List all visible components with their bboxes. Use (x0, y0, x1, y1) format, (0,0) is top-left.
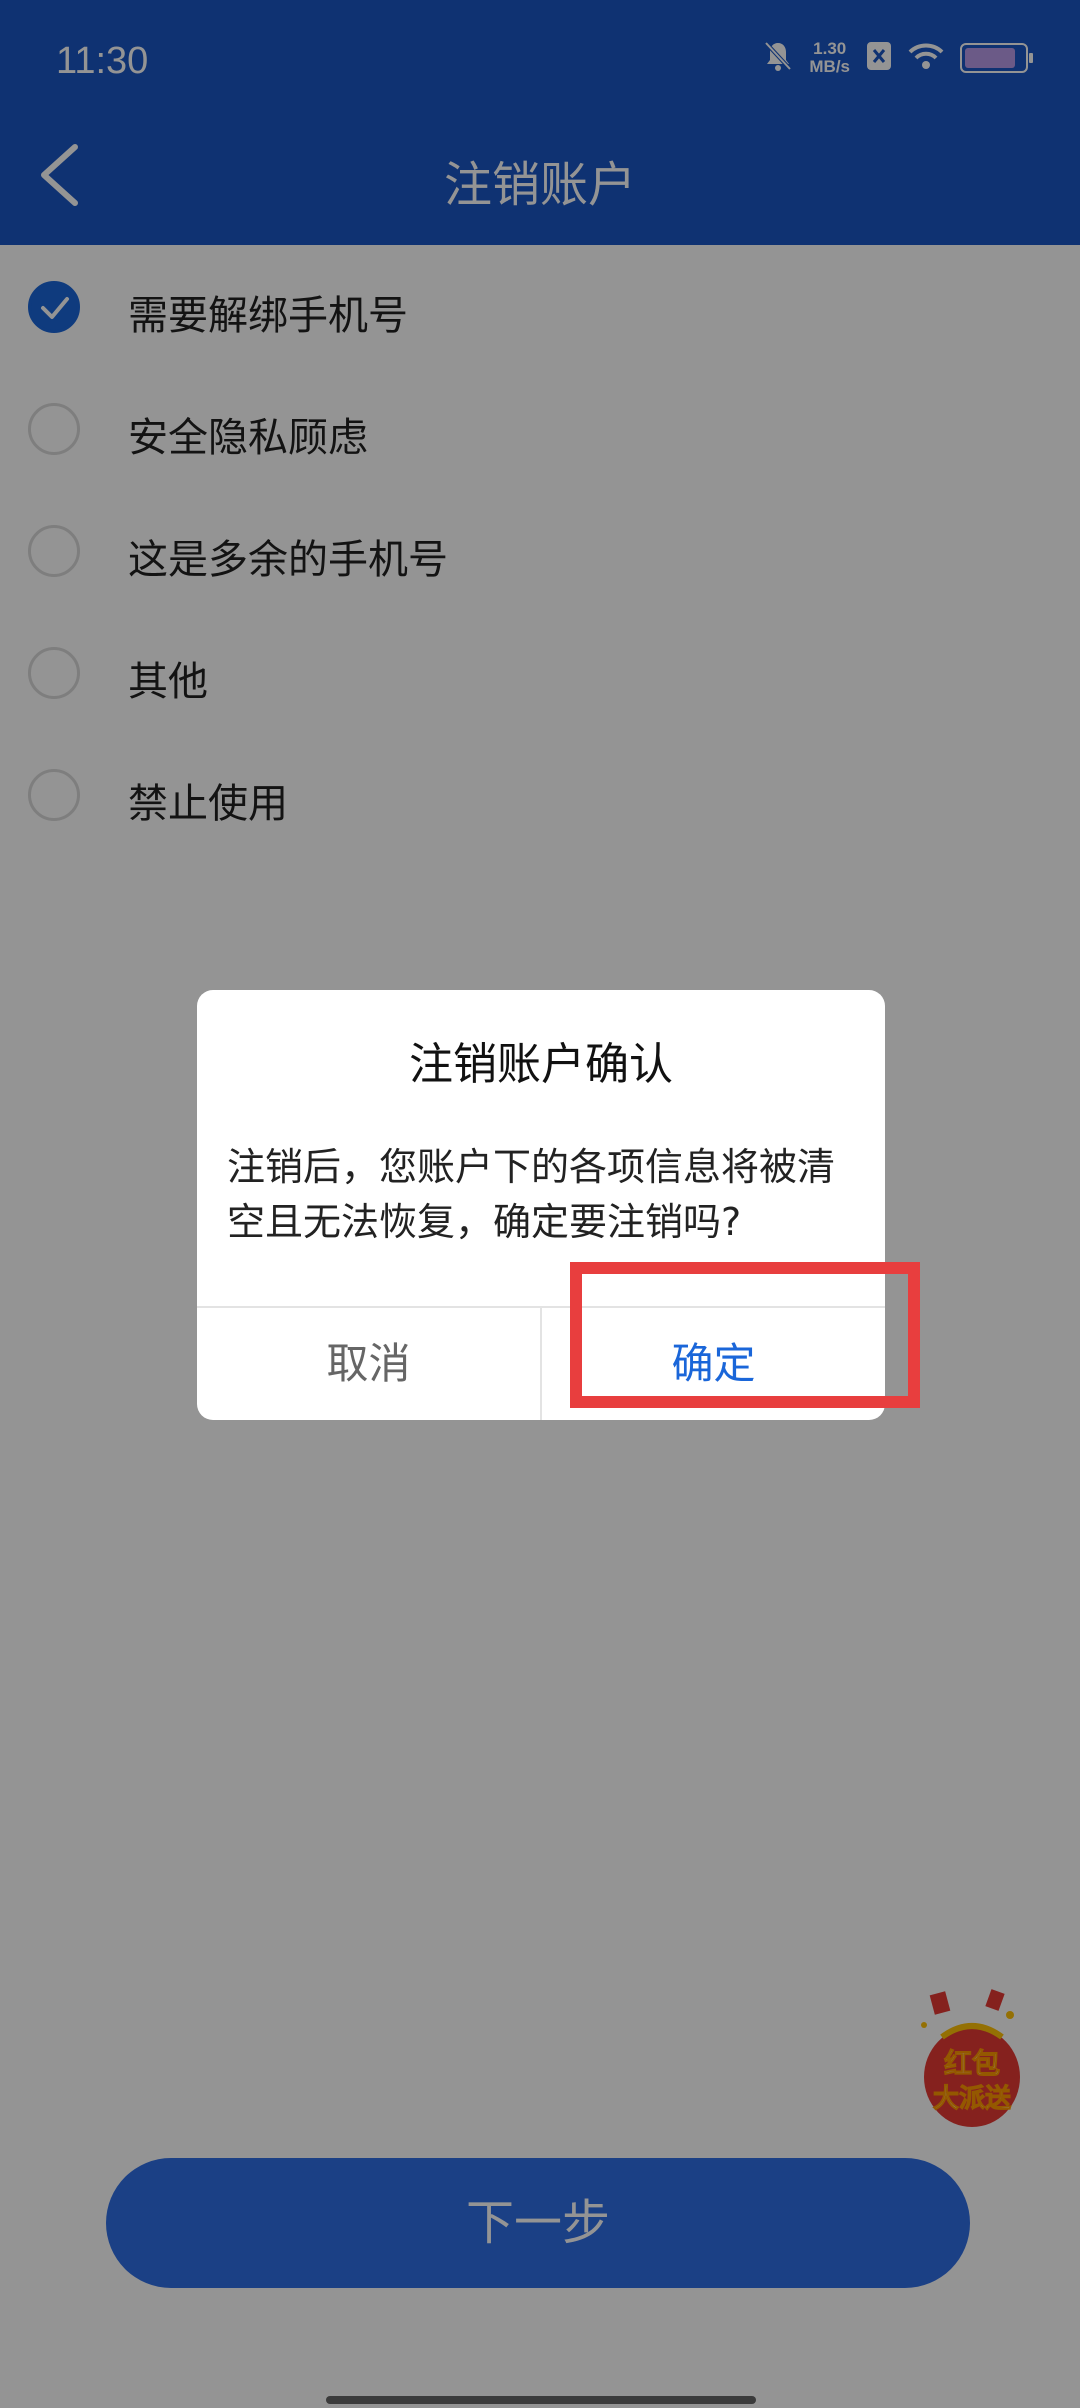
dialog-message: 注销后，您账户下的各项信息将被清空且无法恢复，确定要注销吗? (227, 1145, 836, 1244)
dialog-title: 注销账户确认 (409, 1039, 673, 1090)
highlight-box (570, 1262, 920, 1408)
cancel-button[interactable]: 取消 (197, 1308, 540, 1420)
